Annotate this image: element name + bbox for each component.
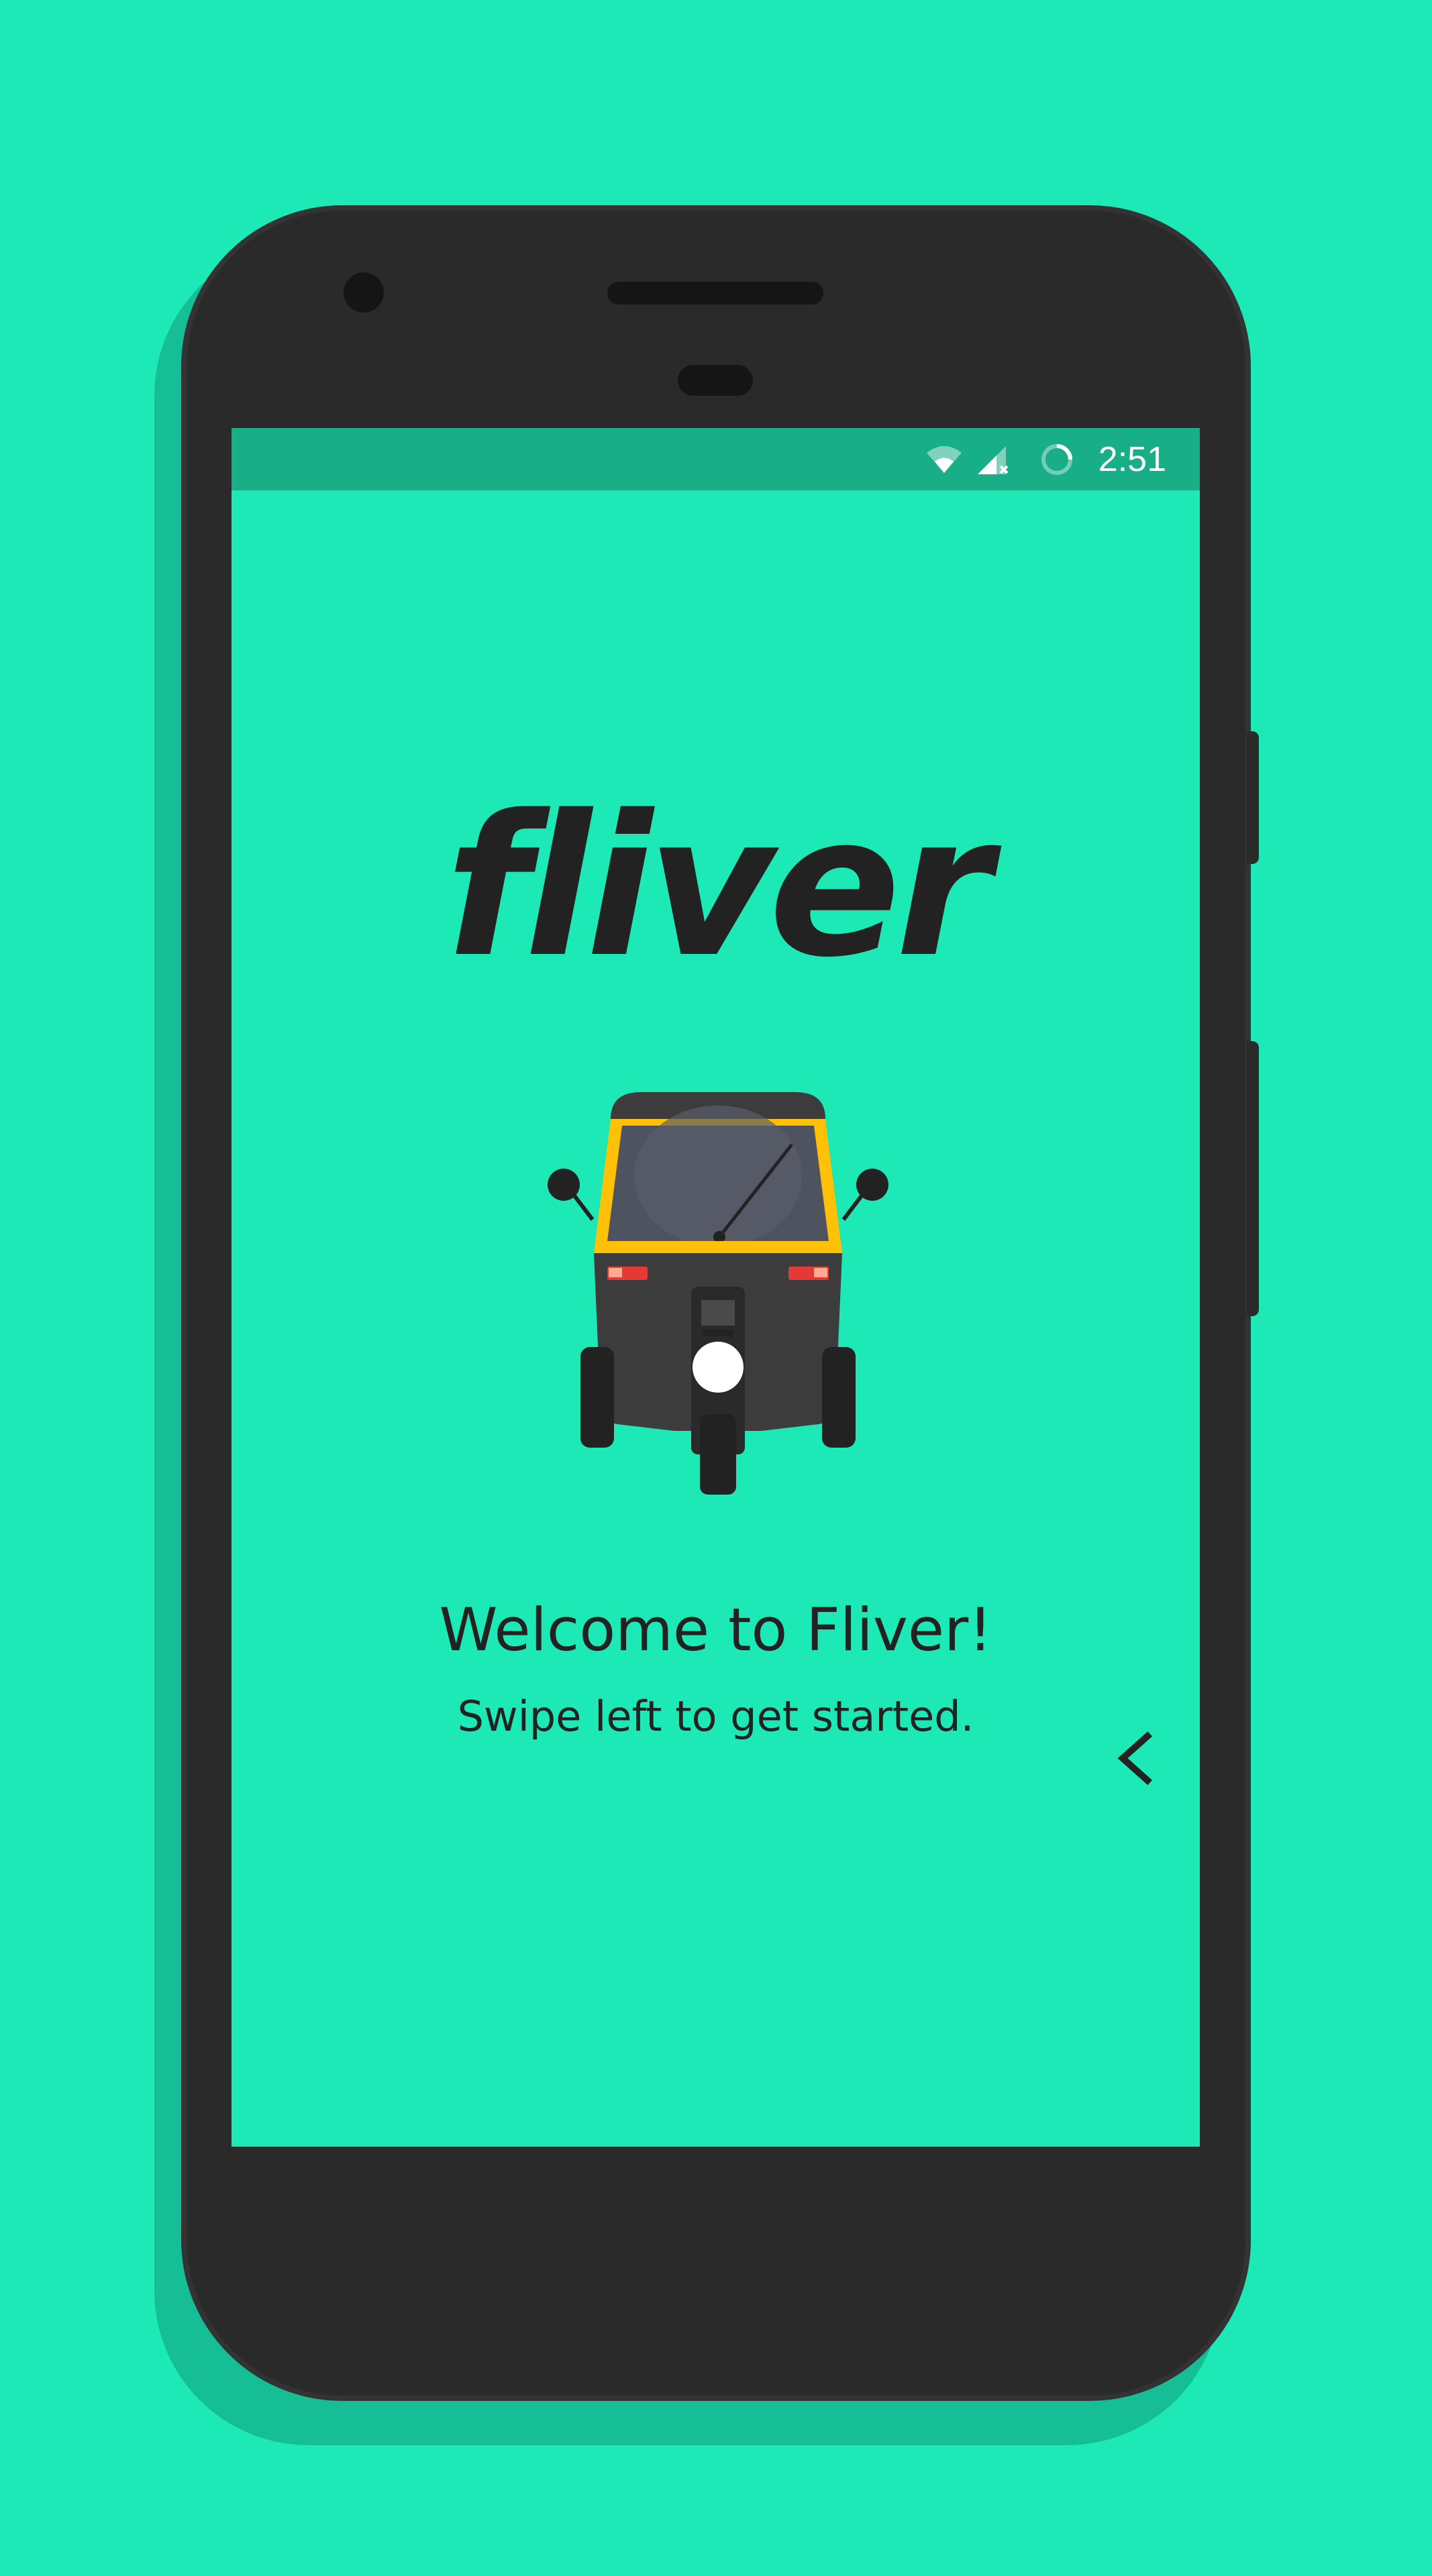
power-button	[1247, 731, 1259, 864]
status-clock: 2:51	[1098, 440, 1166, 479]
volume-button	[1247, 1041, 1259, 1316]
loading-spinner-icon	[1041, 444, 1072, 475]
welcome-title: Welcome to Fliver!	[439, 1595, 992, 1664]
wifi-icon	[926, 446, 962, 473]
front-camera	[344, 272, 384, 313]
status-bar: 2:51	[232, 428, 1200, 490]
chevron-left-icon[interactable]	[1111, 1728, 1158, 1788]
swipe-instruction: Swipe left to get started.	[457, 1692, 974, 1741]
proximity-sensor	[678, 365, 753, 396]
cell-signal-no-data-icon	[977, 446, 1009, 474]
auto-rickshaw-illustration	[548, 1092, 888, 1495]
app-screen[interactable]: 2:51 fliver Welcome to Fliver! Swipe lef…	[232, 428, 1200, 2147]
earpiece-speaker	[607, 282, 823, 305]
status-icons: 2:51	[925, 437, 1166, 482]
app-logo: fliver	[445, 774, 992, 1000]
